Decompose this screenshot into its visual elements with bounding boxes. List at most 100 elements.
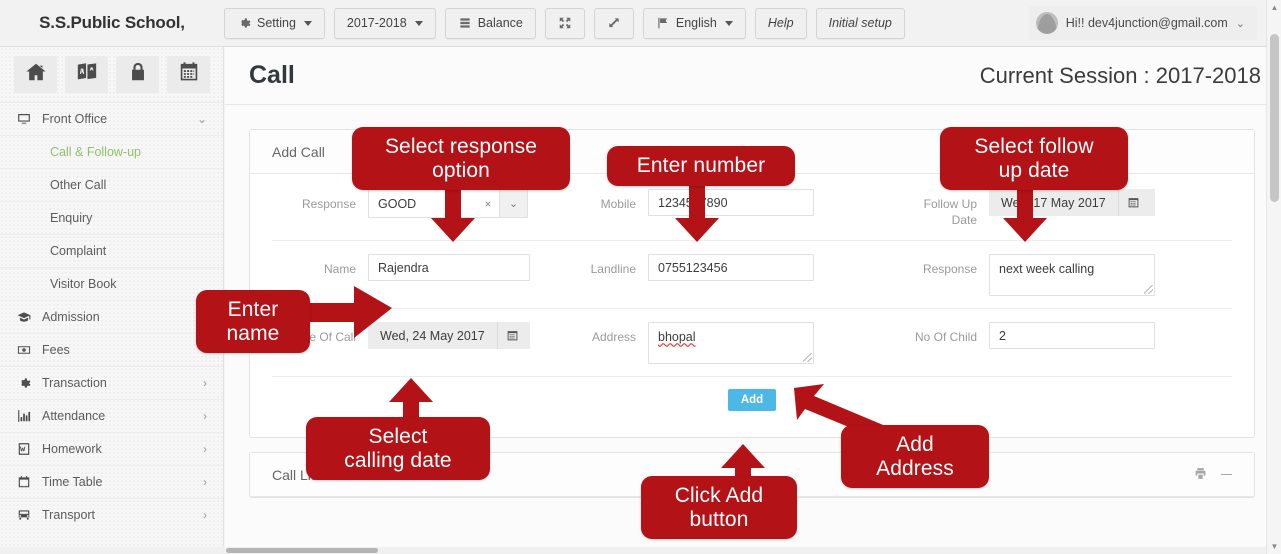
chevron-right-icon: › <box>203 409 207 423</box>
annotation-click-add-button: Click Add button <box>641 476 797 540</box>
sidebar-item-front-office[interactable]: Front Office ⌄ <box>0 102 223 135</box>
sidebar-item-homework[interactable]: Homework › <box>0 432 223 465</box>
expand-arrows-button[interactable] <box>544 7 585 39</box>
name-input[interactable]: Rajendra <box>368 254 530 282</box>
help-button-label: Help <box>767 16 794 30</box>
scroll-down-icon[interactable]: ▼ <box>1267 539 1281 554</box>
translate-icon <box>76 61 98 88</box>
annotation-enter-number: Enter number <box>607 146 795 186</box>
minimize-icon[interactable] <box>1221 474 1232 476</box>
sidebar-item-label: Complaint <box>50 244 107 258</box>
sidebar-item-label: Transaction <box>42 376 107 390</box>
sidebar-item-attendance[interactable]: Attendance › <box>0 399 223 432</box>
session-year-label: 2017-2018 <box>346 16 407 30</box>
annotation-text: Select follow up date <box>940 127 1128 191</box>
annotation-select-calling-date: Select calling date <box>306 417 490 481</box>
current-session-label: Current Session : 2017-2018 <box>979 62 1261 88</box>
help-button[interactable]: Help <box>754 7 807 39</box>
add-call-panel-title: Add Call <box>272 143 325 160</box>
chevron-down-icon[interactable]: ⌄ <box>499 190 527 217</box>
database-icon <box>458 16 472 30</box>
calendar-icon[interactable] <box>1117 189 1148 216</box>
sidebar-item-other-call[interactable]: Other Call <box>0 168 223 201</box>
calendar-icon-button[interactable] <box>167 56 210 93</box>
balance-button[interactable]: Balance <box>444 7 536 39</box>
response-textarea[interactable]: next week calling <box>989 254 1155 297</box>
resize-diagonal-icon <box>607 16 621 30</box>
sidebar-item-label: Enquiry <box>50 211 93 225</box>
setting-button-label: Setting <box>257 16 296 30</box>
response-select-label: Response <box>301 197 356 211</box>
no-of-child-input[interactable]: 2 <box>989 322 1155 350</box>
close-icon[interactable]: × <box>477 190 499 217</box>
chevron-down-icon <box>724 20 733 26</box>
add-button[interactable]: Add <box>727 389 777 412</box>
annotation-text: Click Add button <box>641 476 797 540</box>
chevron-right-icon: › <box>203 376 207 390</box>
language-button[interactable]: English <box>642 7 746 39</box>
form-row-3: Date Of Call Wed, 24 May 2017 Address bh… <box>272 309 1232 378</box>
vertical-scrollbar[interactable]: ▲ ▼ <box>1266 0 1281 554</box>
session-year-button[interactable]: 2017-2018 <box>333 7 436 39</box>
response-textarea-value: next week calling <box>999 262 1095 277</box>
landline-input[interactable]: 0755123456 <box>648 254 814 282</box>
sidebar-item-time-table[interactable]: Time Table › <box>0 465 223 498</box>
resize-handle-icon[interactable] <box>1144 285 1153 295</box>
annotation-text: Select calling date <box>306 417 490 481</box>
sidebar-item-label: Visitor Book <box>50 277 117 291</box>
sidebar-item-visitor-book[interactable]: Visitor Book <box>0 267 223 300</box>
sidebar-quick-icons <box>0 47 223 102</box>
vertical-scrollbar-thumb[interactable] <box>1270 34 1279 202</box>
translate-icon-button[interactable] <box>65 56 108 93</box>
lock-icon-button[interactable] <box>116 56 159 93</box>
lock-icon <box>127 61 149 88</box>
sidebar-item-enquiry[interactable]: Enquiry <box>0 201 223 234</box>
doc-w-icon <box>17 442 35 456</box>
annotation-arrow-response <box>428 182 478 244</box>
form-row-2: Name Rajendra Landline 0755123456 Respon… <box>272 241 1232 310</box>
sidebar-item-transport[interactable]: Transport › <box>0 498 223 531</box>
monitor-icon <box>17 112 35 126</box>
annotation-text: Enter name <box>196 290 310 354</box>
chevron-down-icon: ⌄ <box>1235 17 1245 30</box>
bus-icon <box>17 508 35 522</box>
followup-date-label: Follow Up Date <box>923 197 977 228</box>
address-label: Address <box>591 330 636 345</box>
annotation-text: Add Address <box>841 425 989 489</box>
horizontal-scrollbar[interactable] <box>0 547 1266 554</box>
money-icon <box>17 343 35 357</box>
calendar-icon <box>17 475 35 489</box>
print-icon[interactable] <box>1194 467 1207 483</box>
sidebar-item-label: Homework <box>42 442 102 456</box>
annotation-arrow-followup <box>1000 182 1050 244</box>
initial-setup-button[interactable]: Initial setup <box>815 7 905 39</box>
sidebar: Front Office ⌄ Call & Follow-up Other Ca… <box>0 47 224 554</box>
sidebar-item-complaint[interactable]: Complaint <box>0 234 223 267</box>
home-icon <box>25 61 47 88</box>
chevron-right-icon: › <box>203 442 207 456</box>
annotation-enter-name: Enter name <box>196 290 310 354</box>
calendar-icon[interactable] <box>496 322 527 350</box>
user-account-menu[interactable]: Hi!! dev4junction@gmail.com ⌄ <box>1028 6 1257 40</box>
address-textarea[interactable]: bhopal <box>648 322 814 365</box>
sidebar-item-transaction[interactable]: Transaction › <box>0 366 223 399</box>
annotation-text: Enter number <box>607 146 795 186</box>
annotation-text: Select response option <box>352 127 570 191</box>
gear-icon <box>17 376 35 390</box>
graduation-cap-icon <box>17 310 35 324</box>
fullscreen-button[interactable] <box>593 7 634 39</box>
initial-setup-label: Initial setup <box>828 16 892 30</box>
gear-icon <box>237 16 251 30</box>
scroll-up-icon[interactable]: ▲ <box>1267 0 1281 15</box>
landline-label: Landline <box>590 262 636 277</box>
response-text-label: Response <box>922 262 977 277</box>
sidebar-item-call-follow-up[interactable]: Call & Follow-up <box>0 135 223 168</box>
sidebar-item-admission[interactable]: Admission › <box>0 300 223 333</box>
user-greeting-label: Hi!! dev4junction@gmail.com <box>1065 16 1228 30</box>
home-icon-button[interactable] <box>14 56 57 93</box>
sidebar-item-fees[interactable]: Fees › <box>0 333 223 366</box>
setting-button[interactable]: Setting <box>224 7 325 39</box>
resize-handle-icon[interactable] <box>803 353 812 363</box>
topbar-button-group: Setting 2017-2018 Balance English Help I… <box>224 7 905 39</box>
horizontal-scrollbar-thumb[interactable] <box>226 548 378 553</box>
